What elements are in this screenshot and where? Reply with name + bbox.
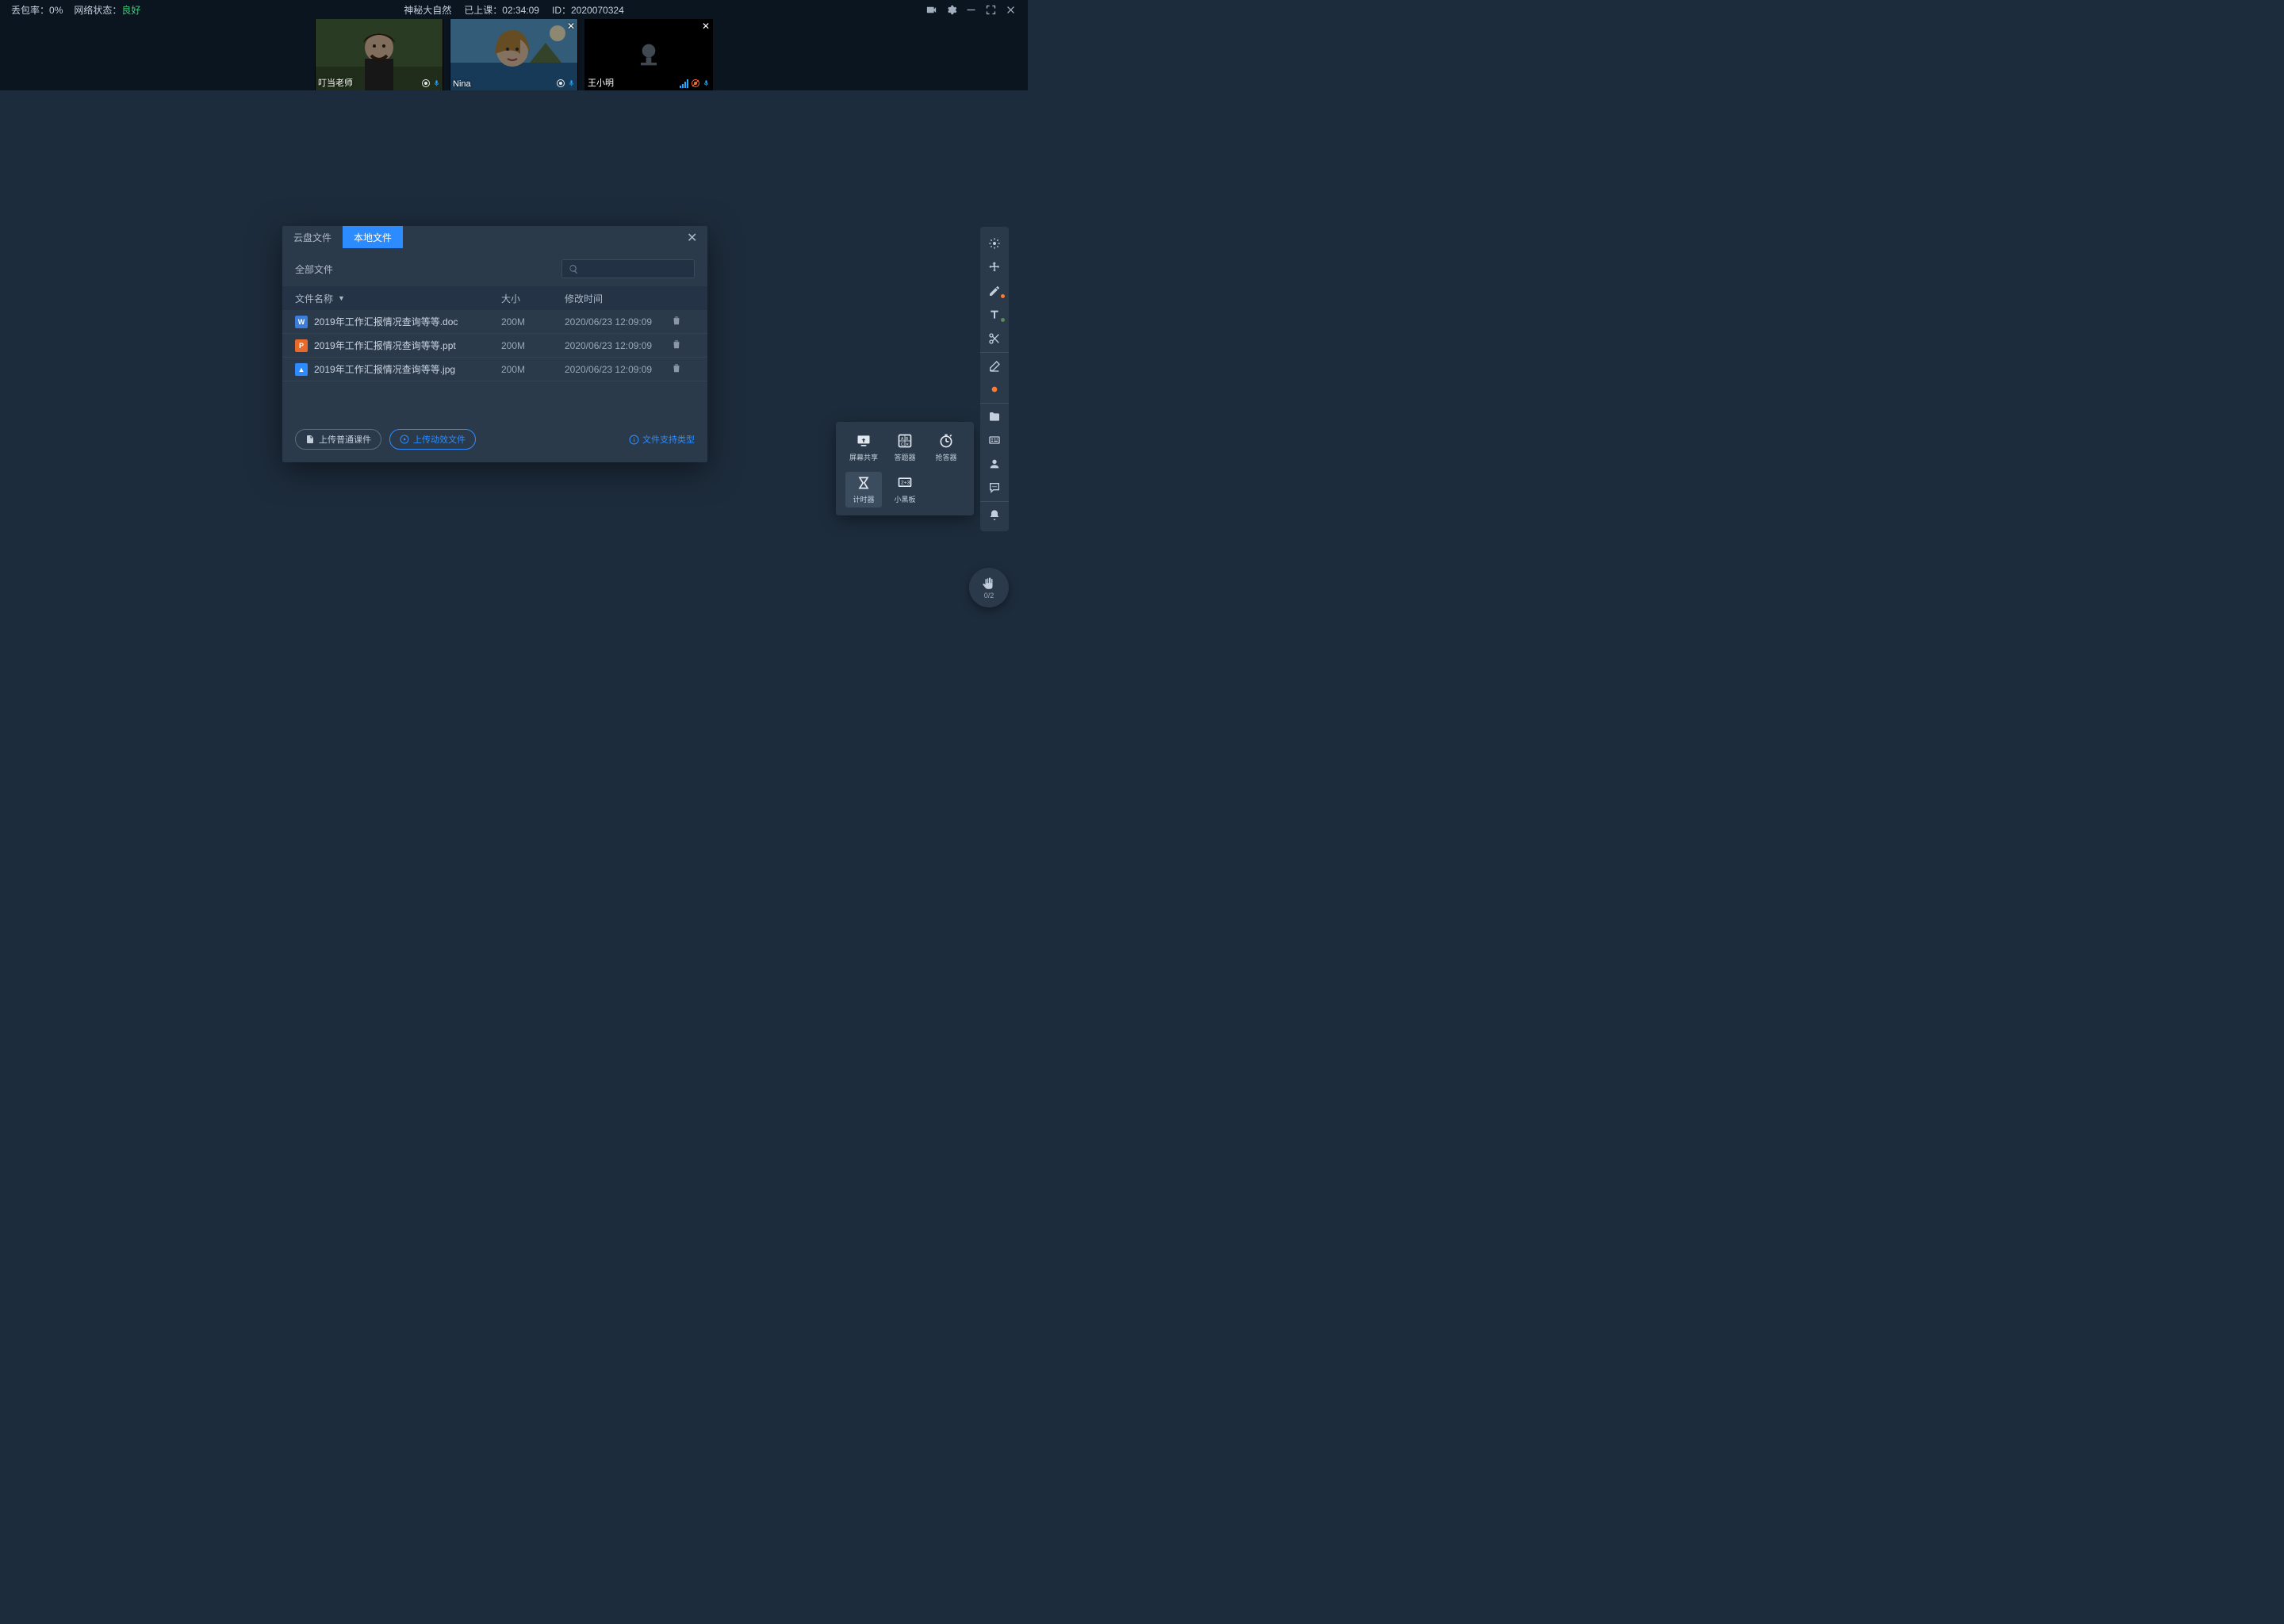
delete-button[interactable] (671, 339, 695, 352)
search-input[interactable] (561, 259, 695, 278)
file-time: 2020/06/23 12:09:09 (565, 316, 671, 327)
file-icon (305, 435, 315, 444)
hand-icon (982, 576, 996, 591)
file-type-icon: ▲ (295, 363, 308, 376)
info-icon (629, 435, 639, 445)
participant-name: Nina (453, 79, 471, 89)
table-row[interactable]: P 2019年工作汇报情况查询等等.ppt 200M 2020/06/23 12… (282, 334, 707, 358)
elapsed-value: 02:34:09 (502, 5, 539, 16)
play-icon (400, 435, 409, 444)
tool-chat[interactable] (980, 476, 1009, 500)
tool-pen[interactable] (980, 279, 1009, 303)
file-time: 2020/06/23 12:09:09 (565, 340, 671, 351)
tool-text[interactable] (980, 303, 1009, 327)
camera-off-icon (633, 39, 665, 71)
loss-value: 0% (49, 5, 63, 16)
table-row[interactable]: W 2019年工作汇报情况查询等等.doc 200M 2020/06/23 12… (282, 310, 707, 334)
video-strip: 叮当老师 ✕ Nina ✕ 王小明 (0, 19, 1028, 90)
camera-muted-icon (691, 79, 700, 88)
tool-quiz[interactable]: ABC✕ 答题器 (887, 430, 923, 465)
tab-cloud-files[interactable]: 云盘文件 (282, 226, 343, 248)
fullscreen-icon[interactable] (985, 4, 997, 16)
supported-types-link[interactable]: 文件支持类型 (629, 433, 695, 446)
file-name: 2019年工作汇报情况查询等等.ppt (314, 339, 501, 352)
file-time: 2020/06/23 12:09:09 (565, 364, 671, 375)
file-name: 2019年工作汇报情况查询等等.jpg (314, 362, 501, 376)
hand-count: 0/2 (984, 592, 994, 599)
file-type-icon: P (295, 339, 308, 352)
delete-button[interactable] (671, 362, 695, 376)
svg-text:2+3: 2+3 (901, 481, 910, 486)
id-value: 2020070324 (571, 5, 624, 16)
mic-icon (433, 79, 440, 88)
table-header: 文件名称▼ 大小 修改时间 (282, 286, 707, 310)
room-title: 神秘大自然 (404, 3, 451, 17)
tab-local-files[interactable]: 本地文件 (343, 226, 403, 248)
tools-flyout: 屏幕共享 ABC✕ 答题器 抢答器 计时器 2+3 小黑板 (836, 422, 974, 515)
table-row[interactable]: ▲ 2019年工作汇报情况查询等等.jpg 200M 2020/06/23 12… (282, 358, 707, 381)
net-label: 网络状态： (74, 5, 121, 16)
mic-icon (703, 79, 710, 88)
tool-color[interactable] (980, 377, 1009, 401)
tool-scissors[interactable] (980, 327, 1009, 350)
loss-label: 丢包率： (11, 5, 49, 16)
minimize-icon[interactable] (965, 4, 977, 16)
participant-name: 王小明 (588, 76, 614, 89)
tool-user[interactable] (980, 452, 1009, 476)
col-size[interactable]: 大小 (501, 292, 565, 305)
upload-anim-button[interactable]: 上传动效文件 (389, 429, 476, 450)
file-type-icon: W (295, 316, 308, 328)
file-modal: 云盘文件 本地文件 ✕ 全部文件 文件名称▼ 大小 修改时间 W 2019年工作… (282, 226, 707, 462)
participant-name: 叮当老师 (318, 76, 353, 89)
tool-move[interactable] (980, 255, 1009, 279)
video-tile[interactable]: ✕ Nina (450, 19, 578, 90)
camera-indicator-icon (556, 79, 565, 88)
id-label: ID： (552, 5, 571, 16)
file-size: 200M (501, 316, 565, 327)
tool-eraser[interactable] (980, 352, 1009, 377)
mic-icon (568, 79, 575, 88)
col-filename[interactable]: 文件名称▼ (295, 292, 501, 305)
close-icon[interactable] (1005, 4, 1017, 16)
tool-laser[interactable] (980, 232, 1009, 255)
search-icon (569, 264, 579, 274)
breadcrumb[interactable]: 全部文件 (295, 262, 333, 276)
gear-icon[interactable] (945, 4, 957, 16)
tile-close-icon[interactable]: ✕ (567, 21, 575, 32)
tool-screen-share[interactable]: 屏幕共享 (845, 430, 882, 465)
camera-icon[interactable] (925, 4, 937, 16)
camera-indicator-icon (421, 79, 431, 88)
tool-apps[interactable] (980, 428, 1009, 452)
signal-icon (680, 79, 688, 88)
sort-icon: ▼ (338, 294, 345, 302)
video-tile[interactable]: ✕ 王小明 (584, 19, 713, 90)
tile-close-icon[interactable]: ✕ (702, 21, 710, 32)
file-name: 2019年工作汇报情况查询等等.doc (314, 315, 501, 328)
tool-timer[interactable]: 计时器 (845, 472, 882, 508)
delete-button[interactable] (671, 315, 695, 328)
elapsed-label: 已上课： (464, 5, 502, 16)
tool-buzzer[interactable]: 抢答器 (928, 430, 964, 465)
file-size: 200M (501, 364, 565, 375)
video-tile[interactable]: 叮当老师 (315, 19, 443, 90)
tool-blackboard[interactable]: 2+3 小黑板 (887, 472, 923, 508)
net-value: 良好 (121, 5, 140, 16)
raise-hand-button[interactable]: 0/2 (969, 568, 1009, 607)
right-toolbar (980, 227, 1009, 531)
svg-text:✕: ✕ (906, 442, 909, 447)
tool-bell[interactable] (980, 501, 1009, 527)
col-time[interactable]: 修改时间 (565, 292, 671, 305)
upload-normal-button[interactable]: 上传普通课件 (295, 429, 381, 450)
tool-folder[interactable] (980, 403, 1009, 428)
modal-close-icon[interactable]: ✕ (687, 230, 701, 244)
table-body: W 2019年工作汇报情况查询等等.doc 200M 2020/06/23 12… (282, 310, 707, 381)
file-size: 200M (501, 340, 565, 351)
top-bar: 丢包率：0% 网络状态：良好 神秘大自然 已上课：02:34:09 ID：202… (0, 0, 1028, 19)
svg-text:C: C (901, 442, 904, 447)
